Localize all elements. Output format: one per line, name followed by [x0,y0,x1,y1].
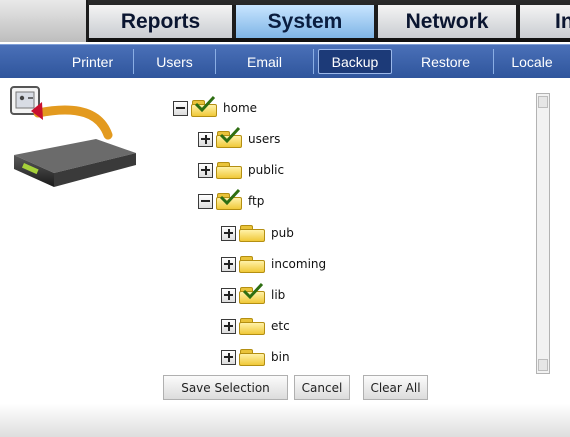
checked-folder-icon[interactable] [216,188,243,211]
tree-node-label: users [248,132,281,146]
tree-node-home[interactable]: home [173,95,258,119]
cancel-button[interactable]: Cancel [294,375,350,400]
checked-folder-icon[interactable] [216,126,243,149]
backup-to-server-icon [10,86,136,187]
clear-all-button[interactable]: Clear All [363,375,428,400]
tree-node-label: public [248,163,285,177]
tree-node-public[interactable]: public [198,159,284,181]
scroll-down-button[interactable] [538,359,548,371]
tree-node-users[interactable]: users [198,126,281,150]
expand-icon[interactable] [198,162,213,178]
tree-node-ftp[interactable]: ftp [198,188,265,212]
tree-node-label: incoming [271,257,327,271]
tree-node-etc[interactable]: etc [221,315,290,337]
main-nav-bar: Reports System Network In [0,0,570,42]
sub-tab-restore[interactable]: Restore [398,49,494,74]
scroll-up-button[interactable] [538,96,548,108]
collapse-icon[interactable] [173,100,188,116]
folder-icon[interactable] [239,254,266,274]
tree-node-label: pub [271,226,294,240]
checked-folder-icon[interactable] [239,282,266,305]
main-tab-in[interactable]: In [518,5,570,38]
tree-node-incoming[interactable]: incoming [221,253,326,275]
sub-tab-users[interactable]: Users [134,49,216,74]
checked-folder-icon[interactable] [191,95,218,118]
tree-node-label: ftp [248,194,265,208]
folder-icon[interactable] [239,316,266,336]
folder-icon[interactable] [216,160,243,180]
tree-node-label: lib [271,288,286,302]
expand-icon[interactable] [221,287,236,303]
tree-node-label: bin [271,350,290,364]
tree-node-pub[interactable]: pub [221,222,294,244]
sub-tab-locale[interactable]: Locale [494,49,570,74]
sub-tab-email[interactable]: Email [216,49,314,74]
expand-icon[interactable] [221,256,236,272]
collapse-icon[interactable] [198,193,213,209]
expand-icon[interactable] [198,131,213,147]
main-nav-lead [0,0,88,42]
tree-scrollbar[interactable] [536,93,550,374]
expand-icon[interactable] [221,318,236,334]
main-tab-network[interactable]: Network [376,5,518,38]
sub-tab-backup[interactable]: Backup [318,49,392,74]
footer-gradient [0,404,570,437]
tree-node-lib[interactable]: lib [221,282,286,306]
save-selection-button[interactable]: Save Selection [163,375,288,400]
sub-tab-printer[interactable]: Printer [52,49,134,74]
expand-icon[interactable] [221,349,236,365]
tree-node-bin[interactable]: bin [221,346,290,368]
folder-icon[interactable] [239,347,266,367]
tree-node-label: home [223,101,258,115]
main-tab-system[interactable]: System [234,5,376,38]
tree-node-label: etc [271,319,290,333]
sub-nav-bar: Printer Users Email Backup Restore Local… [0,44,570,78]
expand-icon[interactable] [221,225,236,241]
main-tab-reports[interactable]: Reports [87,5,234,38]
folder-icon[interactable] [239,223,266,243]
